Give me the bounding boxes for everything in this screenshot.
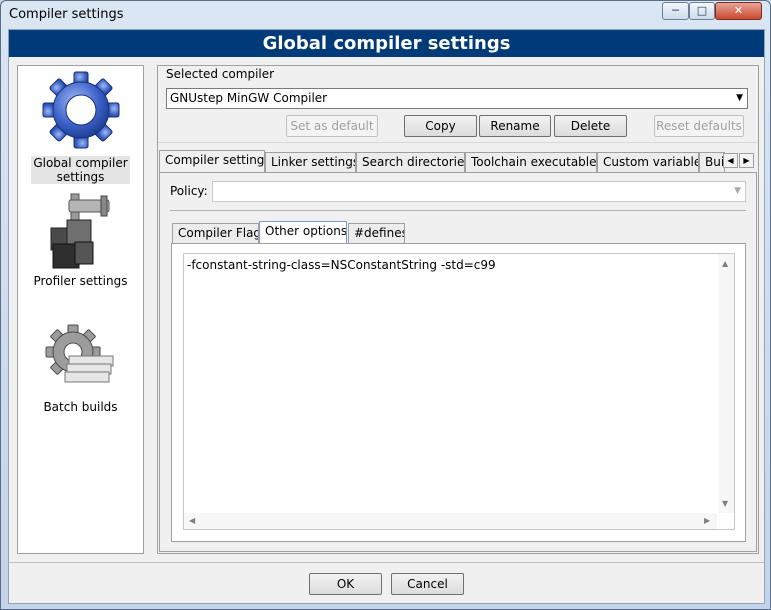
delete-button[interactable]: Delete [554,115,627,137]
batch-gear-icon [45,324,113,383]
sidebar-item-profiler-settings[interactable]: Profiler settings [18,190,143,288]
sidebar-item-label: Batch builds [43,400,118,414]
tabs-scroll-left-button[interactable]: ◀ [723,153,738,168]
maximize-button[interactable]: □ [689,2,715,20]
compiler-settings-tab-content: Policy: ▼ Compiler Flags Other options #… [159,172,757,552]
tab-linker-settings[interactable]: Linker settings [265,152,356,172]
sidebar-item-global-compiler-settings[interactable]: Global compiler settings [18,70,143,184]
title-bar[interactable]: Compiler settings ─ □ ✕ [1,1,770,29]
rename-button[interactable]: Rename [479,115,551,137]
scroll-up-icon[interactable]: ▲ [722,259,728,268]
tab-build-options-truncated[interactable]: Bui [699,152,725,172]
copy-button[interactable]: Copy [404,115,477,137]
window-title: Compiler settings [9,7,124,22]
policy-label: Policy: [170,184,208,198]
other-options-editor[interactable]: -fconstant-string-class=NSConstantString… [183,253,735,530]
sidebar-item-batch-builds[interactable]: Batch builds [18,322,143,414]
other-options-tab-content: -fconstant-string-class=NSConstantString… [171,243,746,542]
chevron-down-icon: ▼ [736,93,743,103]
other-options-text: -fconstant-string-class=NSConstantString… [187,258,496,272]
close-button[interactable]: ✕ [715,2,762,20]
scroll-down-icon[interactable]: ▼ [722,499,728,508]
minimize-button[interactable]: ─ [662,2,689,20]
sidebar-item-label: Global compiler [33,156,128,170]
tab-compiler-settings[interactable]: Compiler settings [159,150,265,172]
divider [170,210,746,211]
selected-compiler-label: Selected compiler [166,67,275,81]
gear-icon [42,71,119,149]
caliper-icon [50,193,109,269]
settings-panel: Selected compiler GNUstep MinGW Compiler… [157,65,759,554]
ok-button[interactable]: OK [309,573,382,595]
chevron-down-icon: ▼ [734,186,741,196]
vertical-scrollbar[interactable]: ▲ ▼ [718,254,734,513]
tab-search-directories[interactable]: Search directories [356,152,465,172]
divider [158,142,758,143]
compiler-select[interactable]: GNUstep MinGW Compiler ▼ [166,88,748,109]
tab-custom-variables[interactable]: Custom variables [597,152,699,172]
tab-other-options[interactable]: Other options [259,221,347,243]
tab-defines[interactable]: #defines [348,223,405,243]
compiler-settings-window: Compiler settings ─ □ ✕ Global compiler … [0,0,771,610]
tab-compiler-flags[interactable]: Compiler Flags [172,223,259,243]
tab-toolchain-executables[interactable]: Toolchain executables [465,152,597,172]
divider [9,562,764,563]
horizontal-scrollbar[interactable]: ◀ ▶ [184,513,717,529]
compiler-select-value: GNUstep MinGW Compiler [170,91,328,105]
scroll-right-icon[interactable]: ▶ [704,516,710,525]
sidebar-item-label-2: settings [56,170,105,184]
page-title: Global compiler settings [9,30,764,57]
reset-defaults-button[interactable]: Reset defaults [654,115,744,137]
cancel-button[interactable]: Cancel [391,573,464,595]
scroll-left-icon[interactable]: ◀ [189,516,195,525]
sidebar-item-label: Profiler settings [33,274,128,288]
settings-category-list: Global compiler settings Profiler settin… [17,65,144,554]
tabs-scroll-right-button[interactable]: ▶ [739,153,754,168]
dialog-client-area: Global compiler settings Global compiler… [8,29,765,604]
policy-select[interactable]: ▼ [212,181,746,202]
set-as-default-button[interactable]: Set as default [286,115,378,137]
